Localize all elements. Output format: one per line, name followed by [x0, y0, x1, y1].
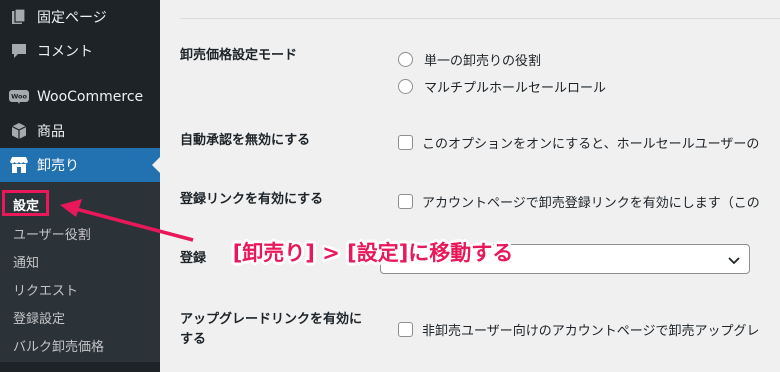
radio-label: マルチプルホールセールロール — [424, 81, 607, 96]
radio-button[interactable] — [398, 79, 413, 94]
sidebar-item-label: コメント — [37, 44, 93, 60]
upgrade-label-line1: アップグレードリンクを有効に — [180, 312, 363, 327]
upgrade-label-line2: する — [180, 332, 207, 347]
comment-icon — [8, 40, 30, 62]
settings-panel: 卸売価格設定モード 単一の卸売りの役割 マルチプルホールセールロール 自動承認を… — [160, 0, 780, 372]
submenu-item-bulk-pricing[interactable]: バルク卸売価格 — [13, 336, 104, 355]
auto-approve-checkbox[interactable]: このオプションをオンにすると、ホールセールユーザーの — [398, 133, 759, 152]
sidebar-item-label: 固定ページ — [37, 10, 107, 26]
submenu-item-notifications[interactable]: 通知 — [13, 252, 39, 271]
registration-link-label: 登録リンクを有効にする — [180, 192, 324, 207]
current-menu-arrow — [152, 157, 160, 173]
checkbox[interactable] — [398, 194, 413, 209]
store-icon — [8, 154, 30, 176]
radio-single-role[interactable]: 単一の卸売りの役割 — [398, 50, 541, 69]
sidebar-item-comments[interactable]: コメント — [0, 34, 160, 68]
upgrade-link-checkbox[interactable]: 非卸売ユーザー向けのアカウントページで卸売アップグレ — [398, 320, 759, 339]
auto-approve-label: 自動承認を無効にする — [180, 133, 311, 148]
admin-sidebar: 固定ページ コメント Woo WooCommerce 商品 卸売り 設定 ユーザ… — [0, 0, 160, 372]
radio-label: 単一の卸売りの役割 — [424, 54, 542, 69]
sidebar-item-pages[interactable]: 固定ページ — [0, 0, 160, 34]
box-icon — [8, 120, 30, 142]
woo-icon: Woo — [8, 86, 30, 108]
registration-page-select[interactable] — [380, 244, 750, 274]
sidebar-item-label: 商品 — [37, 124, 65, 140]
checkbox-label: このオプションをオンにすると、ホールセールユーザーの — [422, 137, 760, 152]
settings-highlight-box — [2, 190, 49, 216]
sidebar-item-wholesale[interactable]: 卸売り — [0, 148, 160, 182]
registration-page-label: 登録 — [180, 251, 207, 266]
submenu-item-requests[interactable]: リクエスト — [13, 280, 78, 299]
chevron-down-icon — [727, 252, 741, 271]
checkbox[interactable] — [398, 322, 413, 337]
page-icon — [8, 6, 30, 28]
upgrade-link-label: アップグレードリンクを有効に する — [180, 310, 362, 350]
checkbox-label: 非卸売ユーザー向けのアカウントページで卸売アップグレ — [422, 324, 760, 339]
radio-button[interactable] — [398, 52, 413, 67]
registration-link-checkbox[interactable]: アカウントページで卸売登録リンクを有効にします（この — [398, 192, 760, 211]
svg-text:Woo: Woo — [11, 93, 27, 101]
sidebar-item-label: 卸売り — [37, 158, 79, 174]
pricing-mode-label: 卸売価格設定モード — [180, 48, 298, 63]
sidebar-item-products[interactable]: 商品 — [0, 114, 160, 148]
submenu-item-registration[interactable]: 登録設定 — [13, 308, 65, 327]
radio-multiple-roles[interactable]: マルチプルホールセールロール — [398, 77, 606, 96]
sidebar-item-label: WooCommerce — [37, 89, 144, 105]
checkbox-label: アカウントページで卸売登録リンクを有効にします（この — [422, 196, 760, 211]
submenu-item-user-roles[interactable]: ユーザー役割 — [13, 224, 91, 243]
checkbox[interactable] — [398, 135, 413, 150]
section-divider — [180, 18, 780, 19]
sidebar-item-woocommerce[interactable]: Woo WooCommerce — [0, 80, 160, 114]
